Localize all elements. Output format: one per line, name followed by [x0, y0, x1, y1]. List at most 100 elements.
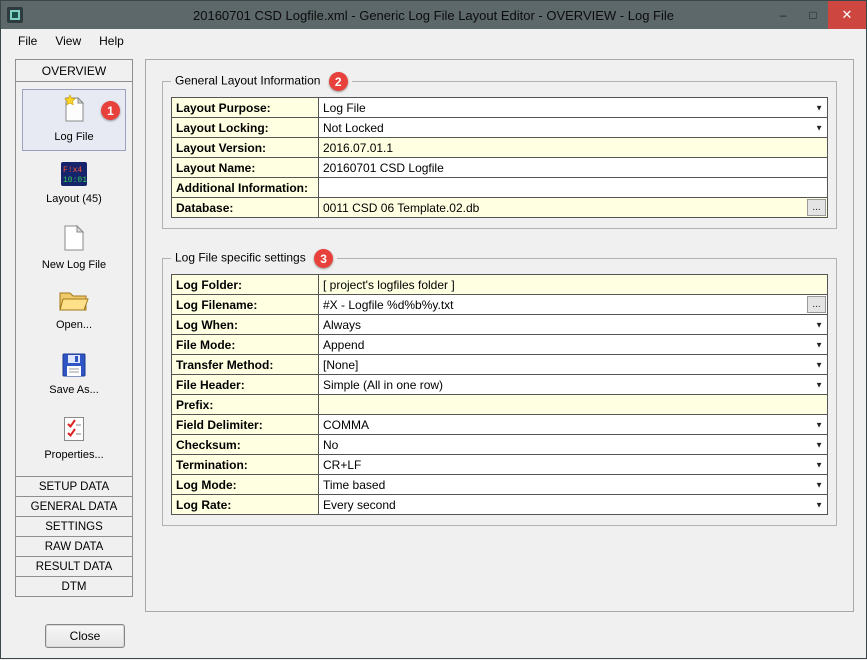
field-value[interactable] [319, 395, 828, 415]
chevron-down-icon[interactable]: ▼ [815, 420, 823, 429]
sidebar-item-general-data[interactable]: GENERAL DATA [16, 496, 132, 516]
sidebar-item-raw-data[interactable]: RAW DATA [16, 536, 132, 556]
annotation-badge-3: 3 [314, 249, 333, 268]
chevron-down-icon[interactable]: ▼ [815, 103, 823, 112]
window-controls: – □ ✕ [768, 1, 866, 29]
sidebar-item-setup-data[interactable]: SETUP DATA [16, 476, 132, 496]
ellipsis-button[interactable]: ... [807, 199, 826, 216]
field-value[interactable]: Time based▼ [319, 475, 828, 495]
menu-help[interactable]: Help [90, 31, 133, 51]
sidebar-tool-layout-45[interactable]: F!x410:01Layout (45) [22, 155, 126, 215]
field-value[interactable]: [ project's logfiles folder ] [319, 275, 828, 295]
svg-text:10:01: 10:01 [63, 176, 87, 185]
general-layout-groupbox: General Layout Information 2 Layout Purp… [162, 72, 837, 229]
footer: Close [1, 612, 866, 660]
field-value-text: #X - Logfile %d%b%y.txt [323, 298, 454, 312]
field-value-text: COMMA [323, 418, 369, 432]
field-row-file-mode: File Mode:Append▼ [172, 335, 828, 355]
field-value-text: 2016.07.01.1 [323, 141, 393, 155]
maximize-button[interactable]: □ [798, 1, 828, 29]
sidebar: OVERVIEW Log File1F!x410:01Layout (45)Ne… [15, 59, 133, 597]
field-row-layout-name: Layout Name:20160701 CSD Logfile [172, 158, 828, 178]
field-label: Log Rate: [172, 495, 319, 515]
chevron-down-icon[interactable]: ▼ [815, 380, 823, 389]
chevron-down-icon[interactable]: ▼ [815, 360, 823, 369]
sidebar-item-settings[interactable]: SETTINGS [16, 516, 132, 536]
log-file-icon [62, 94, 86, 127]
field-row-field-delimiter: Field Delimiter: COMMA ▼ [172, 415, 828, 435]
field-label: Additional Information: [172, 178, 319, 198]
chevron-down-icon[interactable]: ▼ [815, 460, 823, 469]
field-row-additional-information: Additional Information: [172, 178, 828, 198]
ellipsis-button[interactable]: ... [807, 296, 826, 313]
field-value[interactable]: Simple (All in one row)▼ [319, 375, 828, 395]
field-value[interactable]: Every second▼ [319, 495, 828, 515]
field-value-text: 0011 CSD 06 Template.02.db [323, 201, 479, 215]
chevron-down-icon[interactable]: ▼ [815, 123, 823, 132]
close-window-button[interactable]: ✕ [828, 1, 866, 29]
sidebar-tool-log-file[interactable]: Log File1 [22, 89, 126, 151]
field-label: Log Mode: [172, 475, 319, 495]
log-settings-legend: Log File specific settings 3 [171, 249, 337, 268]
field-value[interactable]: 2016.07.01.1 [319, 138, 828, 158]
app-icon [7, 7, 23, 23]
field-value[interactable] [319, 178, 828, 198]
field-label: Log When: [172, 315, 319, 335]
chevron-down-icon[interactable]: ▼ [815, 500, 823, 509]
field-label: Layout Locking: [172, 118, 319, 138]
new-log-file-icon [63, 224, 85, 255]
field-label: Field Delimiter: [172, 415, 319, 435]
field-row-log-filename: Log Filename:#X - Logfile %d%b%y.txt... [172, 295, 828, 315]
field-value[interactable]: #X - Logfile %d%b%y.txt... [319, 295, 828, 315]
sidebar-tool-label: Properties... [44, 449, 103, 463]
field-value[interactable]: CR+LF ▼ [319, 455, 828, 475]
sidebar-tool-properties[interactable]: Properties... [22, 409, 126, 469]
field-value[interactable]: Not Locked ▼ [319, 118, 828, 138]
main-panel: General Layout Information 2 Layout Purp… [145, 59, 854, 612]
field-value[interactable]: [None]▼ [319, 355, 828, 375]
field-value[interactable]: Log File▼ [319, 98, 828, 118]
field-value[interactable]: 20160701 CSD Logfile [319, 158, 828, 178]
chevron-down-icon[interactable]: ▼ [815, 340, 823, 349]
field-value[interactable]: Append▼ [319, 335, 828, 355]
field-value[interactable]: No▼ [319, 435, 828, 455]
field-row-log-rate: Log Rate:Every second▼ [172, 495, 828, 515]
minimize-button[interactable]: – [768, 1, 798, 29]
field-value-text: Always [323, 318, 361, 332]
chevron-down-icon[interactable]: ▼ [815, 480, 823, 489]
field-value[interactable]: Always ▼ [319, 315, 828, 335]
field-label: File Mode: [172, 335, 319, 355]
menu-view[interactable]: View [46, 31, 90, 51]
sidebar-tool-new-log-file[interactable]: New Log File [22, 218, 126, 278]
sidebar-overview-header[interactable]: OVERVIEW [16, 60, 132, 82]
field-value[interactable]: 0011 CSD 06 Template.02.db... [319, 198, 828, 218]
sidebar-item-result-data[interactable]: RESULT DATA [16, 556, 132, 576]
close-dialog-button[interactable]: Close [45, 624, 125, 648]
field-row-log-mode: Log Mode:Time based▼ [172, 475, 828, 495]
field-row-layout-locking: Layout Locking: Not Locked ▼ [172, 118, 828, 138]
window-title: 20160701 CSD Logfile.xml - Generic Log F… [1, 8, 866, 23]
field-row-database: Database:0011 CSD 06 Template.02.db... [172, 198, 828, 218]
field-label: Layout Purpose: [172, 98, 319, 118]
properties-icon [63, 416, 85, 445]
menu-file[interactable]: File [9, 31, 46, 51]
field-label: Prefix: [172, 395, 319, 415]
field-value-text: [ project's logfiles folder ] [323, 278, 455, 292]
chevron-down-icon[interactable]: ▼ [815, 440, 823, 449]
field-label: Transfer Method: [172, 355, 319, 375]
sidebar-tool-open[interactable]: Open... [22, 282, 126, 342]
general-layout-legend: General Layout Information 2 [171, 72, 352, 91]
field-label: Termination: [172, 455, 319, 475]
sidebar-tool-save-as[interactable]: Save As... [22, 346, 126, 406]
field-row-file-header: File Header:Simple (All in one row)▼ [172, 375, 828, 395]
app-window: { "window": { "title": "20160701 CSD Log… [0, 0, 867, 659]
menubar: FileViewHelp [1, 29, 866, 53]
chevron-down-icon[interactable]: ▼ [815, 320, 823, 329]
general-layout-legend-text: General Layout Information [175, 74, 320, 88]
field-value[interactable]: COMMA ▼ [319, 415, 828, 435]
field-row-transfer-method: Transfer Method:[None]▼ [172, 355, 828, 375]
sidebar-tool-label: Open... [56, 319, 92, 333]
field-value-text: CR+LF [323, 458, 361, 472]
field-value-text: Not Locked [323, 121, 384, 135]
sidebar-item-dtm[interactable]: DTM [16, 576, 132, 596]
